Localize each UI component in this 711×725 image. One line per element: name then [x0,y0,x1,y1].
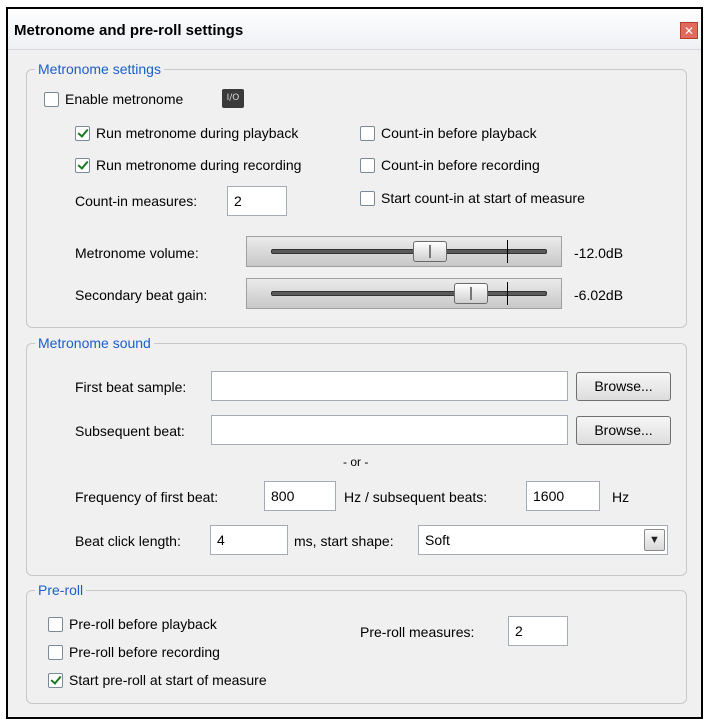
countin-playback-checkbox[interactable] [360,126,375,141]
preroll-playback-checkbox[interactable] [48,617,63,632]
or-separator: - or - [343,455,369,469]
metronome-sound-title: Metronome sound [35,334,154,352]
run-during-recording-label: Run metronome during recording [96,157,302,173]
hz-unit-label: Hz [612,489,630,505]
secondary-beat-gain-value: -6.02dB [574,287,624,303]
run-during-playback-label: Run metronome during playback [96,125,299,141]
first-beat-browse-button[interactable]: Browse... [576,372,671,401]
beat-click-length-label: Beat click length: [75,533,181,549]
preroll-start-measure-label: Start pre-roll at start of measure [69,672,267,688]
secondary-beat-gain-slider[interactable] [246,278,562,309]
run-during-playback-checkbox[interactable] [75,126,90,141]
countin-start-measure-label: Start count-in at start of measure [381,190,585,206]
zero-db-marker [507,240,508,263]
subsequent-beat-label: Subsequent beat: [75,423,185,439]
start-shape-value: Soft [425,532,450,548]
preroll-title: Pre-roll [35,581,87,599]
metronome-volume-slider[interactable] [246,236,562,267]
countin-measures-input[interactable]: 2 [227,186,287,216]
dialog-title: Metronome and pre-roll settings [14,22,244,39]
close-icon[interactable]: ✕ [680,22,698,39]
preroll-recording-checkbox[interactable] [48,645,63,660]
frequency-subsequent-input[interactable]: 1600 [526,481,600,511]
metronome-settings-dialog: Metronome and pre-roll settings ✕ Metron… [6,7,703,719]
countin-playback-label: Count-in before playback [381,125,537,141]
start-shape-label: ms, start shape: [294,533,394,549]
chevron-down-icon[interactable]: ▼ [644,529,665,551]
first-beat-sample-input[interactable] [211,371,568,401]
secondary-beat-gain-label: Secondary beat gain: [75,287,208,303]
metronome-volume-label: Metronome volume: [75,245,199,261]
subsequent-beat-input[interactable] [211,415,568,445]
countin-start-measure-checkbox[interactable] [360,191,375,206]
title-bar: Metronome and pre-roll settings ✕ [8,9,701,50]
start-shape-select[interactable]: Soft ▼ [418,525,668,555]
frequency-first-beat-label: Frequency of first beat: [75,489,219,505]
preroll-recording-label: Pre-roll before recording [69,644,220,660]
first-beat-sample-label: First beat sample: [75,379,187,395]
preroll-measures-input[interactable]: 2 [508,616,568,646]
enable-metronome-checkbox[interactable] [44,92,59,107]
countin-measures-label: Count-in measures: [75,193,198,209]
frequency-subsequent-label: Hz / subsequent beats: [344,489,488,505]
run-during-recording-checkbox[interactable] [75,158,90,173]
enable-metronome-label: Enable metronome [65,91,184,107]
preroll-playback-label: Pre-roll before playback [69,616,217,632]
zero-db-marker [507,282,508,305]
countin-recording-label: Count-in before recording [381,157,540,173]
countin-recording-checkbox[interactable] [360,158,375,173]
volume-slider-thumb[interactable] [413,241,447,262]
frequency-first-beat-input[interactable]: 800 [264,481,336,511]
preroll-measures-label: Pre-roll measures: [360,624,475,640]
subsequent-beat-browse-button[interactable]: Browse... [576,416,671,445]
metronome-settings-title: Metronome settings [35,60,164,78]
preroll-start-measure-checkbox[interactable] [48,673,63,688]
gain-slider-thumb[interactable] [454,283,488,304]
io-routing-button[interactable]: I/O [222,89,244,108]
beat-click-length-input[interactable]: 4 [210,525,288,555]
metronome-volume-value: -12.0dB [574,245,624,261]
